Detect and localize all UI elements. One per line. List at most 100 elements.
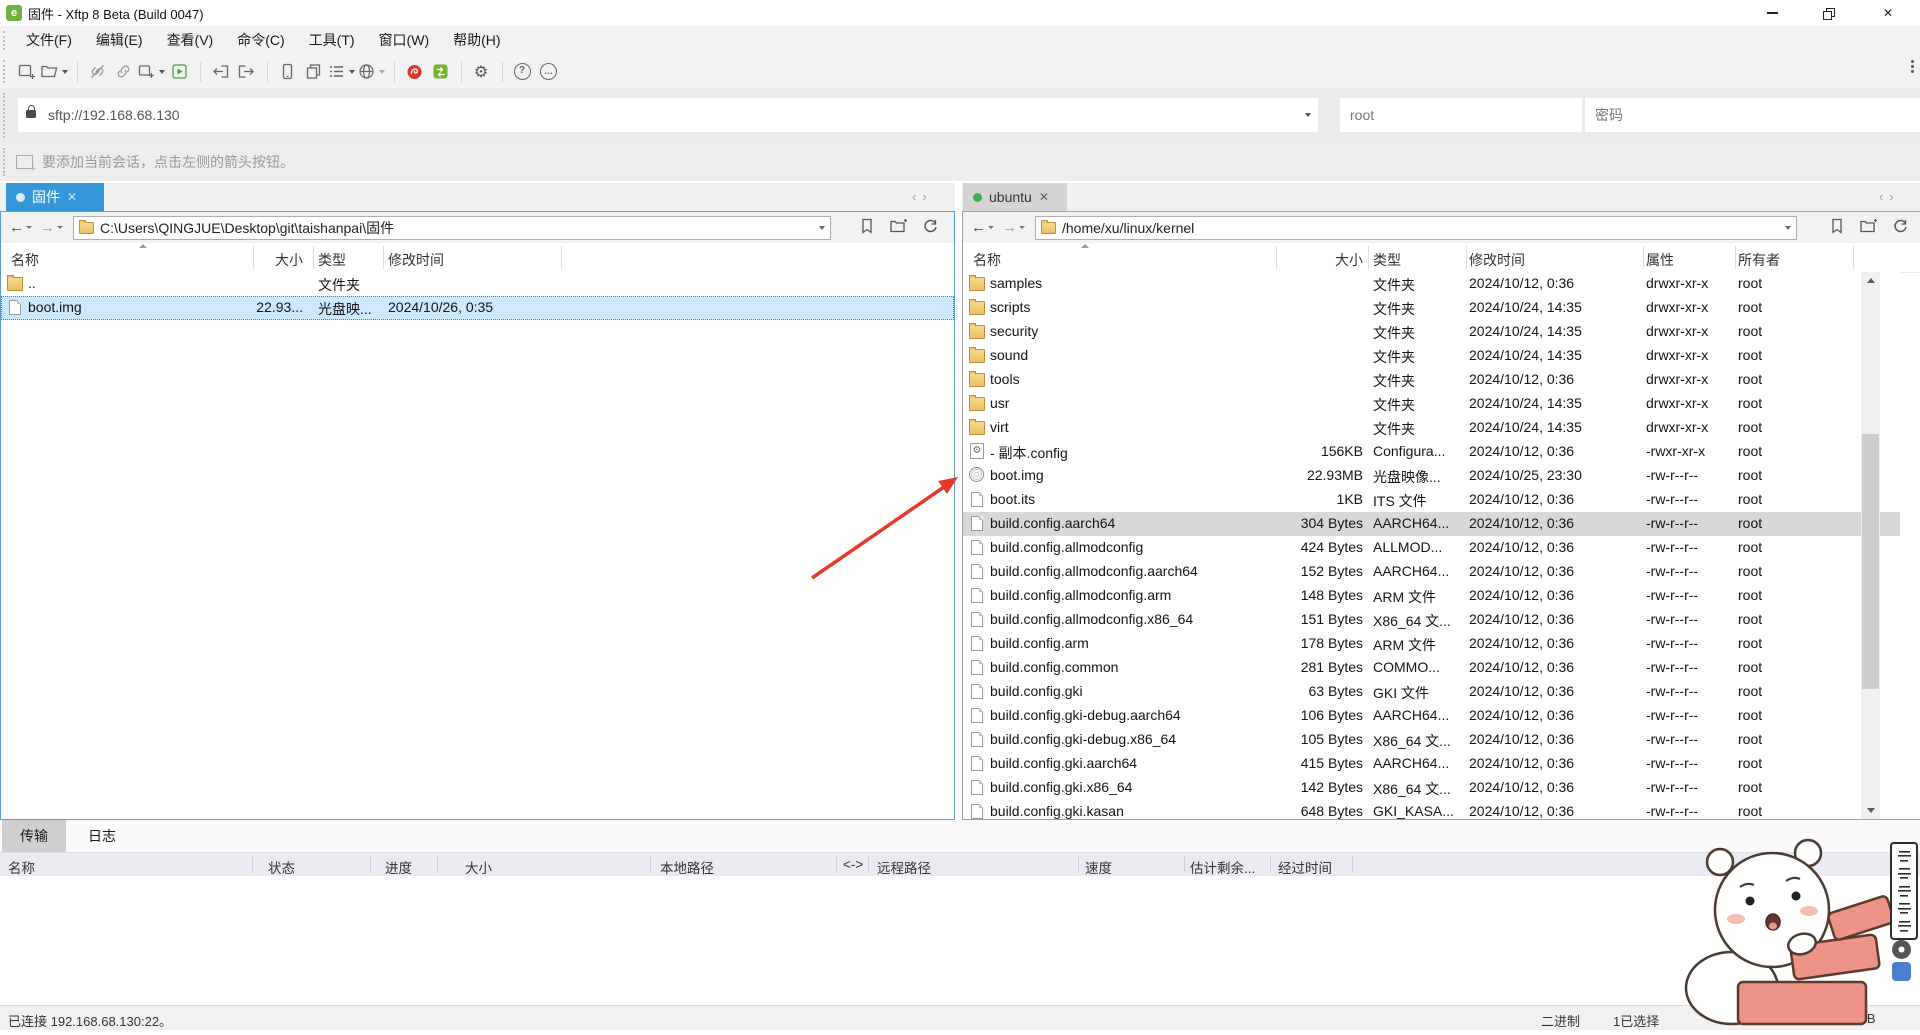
file-row[interactable]: build.config.aarch64304 BytesAARCH64...2… — [963, 512, 1900, 536]
t-col-eta[interactable]: 估计剩余... — [1190, 857, 1255, 877]
file-row[interactable]: samples文件夹2024/10/12, 0:36drwxr-xr-xroot — [963, 272, 1900, 296]
xshell-button[interactable] — [402, 59, 426, 85]
file-row[interactable]: boot.img22.93...光盘映...2024/10/26, 0:35 — [1, 296, 954, 320]
file-row[interactable]: scripts文件夹2024/10/24, 14:35drwxr-xr-xroo… — [963, 296, 1900, 320]
encoding-button[interactable] — [357, 59, 385, 85]
file-row[interactable]: build.config.gki-debug.x86_64105 BytesX8… — [963, 728, 1900, 752]
password-input[interactable] — [1585, 98, 1920, 132]
column-header-name[interactable]: 名称 — [973, 250, 1001, 270]
path-dropdown-caret-icon[interactable] — [1785, 226, 1791, 230]
file-row[interactable]: build.config.arm178 BytesARM 文件2024/10/1… — [963, 632, 1900, 656]
refresh-icon[interactable] — [1892, 218, 1909, 235]
scroll-up-button[interactable] — [1861, 272, 1880, 289]
column-header-date[interactable]: 修改时间 — [1469, 250, 1525, 270]
run-button[interactable] — [167, 59, 191, 85]
tab-local-firmware[interactable]: 固件 ✕ — [6, 183, 104, 211]
file-row[interactable]: usr文件夹2024/10/24, 14:35drwxr-xr-xroot — [963, 392, 1900, 416]
t-col-status[interactable]: 状态 — [268, 857, 295, 877]
refresh-icon[interactable] — [922, 218, 939, 235]
forward-caret-icon[interactable] — [1019, 226, 1025, 229]
username-input[interactable] — [1340, 98, 1582, 132]
tab-scroll-arrows[interactable]: ‹› — [912, 189, 933, 204]
scroll-down-button[interactable] — [1861, 802, 1880, 819]
mobile-view-button[interactable] — [275, 59, 299, 85]
new-folder-icon[interactable] — [1859, 217, 1878, 235]
t-col-direction[interactable]: <-> — [843, 857, 863, 872]
address-dropdown-caret-icon[interactable] — [1305, 113, 1311, 117]
file-row[interactable]: sound文件夹2024/10/24, 14:35drwxr-xr-xroot — [963, 344, 1900, 368]
file-row[interactable]: security文件夹2024/10/24, 14:35drwxr-xr-xro… — [963, 320, 1900, 344]
minimize-button[interactable] — [1746, 0, 1798, 26]
open-session-button[interactable] — [40, 59, 68, 85]
back-caret-icon[interactable] — [26, 226, 32, 229]
forward-caret-icon[interactable] — [57, 226, 63, 229]
toolbar-grip[interactable] — [3, 93, 5, 138]
new-window-button[interactable] — [14, 59, 38, 85]
feedback-button[interactable]: … — [536, 59, 560, 85]
toolbar-grip[interactable] — [3, 31, 5, 50]
file-row[interactable]: build.config.gki.aarch64415 BytesAARCH64… — [963, 752, 1900, 776]
file-row[interactable]: build.config.gki-debug.aarch64106 BytesA… — [963, 704, 1900, 728]
reconnect-button[interactable] — [111, 59, 135, 85]
column-header-attr[interactable]: 属性 — [1646, 250, 1674, 270]
file-row[interactable]: ..文件夹 — [1, 272, 954, 296]
menu-help[interactable]: 帮助(H) — [441, 26, 512, 55]
tab-close-icon[interactable]: ✕ — [1039, 190, 1049, 204]
file-row[interactable]: build.config.gki.x86_64142 BytesX86_64 文… — [963, 776, 1900, 800]
forward-button[interactable]: → — [1002, 219, 1017, 236]
back-button[interactable]: ← — [971, 219, 986, 236]
column-header-size[interactable]: 大小 — [1213, 250, 1363, 270]
column-header-type[interactable]: 类型 — [1373, 250, 1401, 270]
duplicate-pane-button[interactable] — [301, 59, 325, 85]
bookmark-icon[interactable] — [859, 217, 875, 235]
restore-button[interactable] — [1802, 0, 1854, 26]
menu-view[interactable]: 查看(V) — [155, 26, 226, 55]
t-col-elapsed[interactable]: 经过时间 — [1278, 857, 1332, 877]
close-button[interactable]: ✕ — [1862, 0, 1914, 26]
t-col-size[interactable]: 大小 — [465, 857, 492, 877]
menu-file[interactable]: 文件(F) — [14, 26, 84, 55]
menu-tools[interactable]: 工具(T) — [297, 26, 367, 55]
view-mode-button[interactable] — [327, 59, 355, 85]
file-row[interactable]: build.config.allmodconfig424 BytesALLMOD… — [963, 536, 1900, 560]
bookmark-icon[interactable] — [1829, 217, 1845, 235]
t-col-remote-path[interactable]: 远程路径 — [877, 857, 931, 877]
local-path-field[interactable]: C:\Users\QINGJUE\Desktop\git\taishanpai\… — [73, 216, 831, 240]
transfer-left-button[interactable] — [208, 59, 232, 85]
menu-command[interactable]: 命令(C) — [225, 26, 296, 55]
file-row[interactable]: build.config.allmodconfig.arm148 BytesAR… — [963, 584, 1900, 608]
disconnect-button[interactable] — [85, 59, 109, 85]
toolbar-grip[interactable] — [3, 60, 5, 83]
t-col-speed[interactable]: 速度 — [1085, 857, 1112, 877]
file-row[interactable]: build.config.allmodconfig.aarch64152 Byt… — [963, 560, 1900, 584]
menu-window[interactable]: 窗口(W) — [367, 26, 442, 55]
tab-transfer[interactable]: 传输 — [2, 820, 66, 852]
new-folder-icon[interactable] — [889, 217, 908, 235]
path-dropdown-caret-icon[interactable] — [819, 226, 825, 230]
file-row[interactable]: build.config.gki63 BytesGKI 文件2024/10/12… — [963, 680, 1900, 704]
file-row[interactable]: virt文件夹2024/10/24, 14:35drwxr-xr-xroot — [963, 416, 1900, 440]
file-row[interactable]: build.config.common281 BytesCOMMO...2024… — [963, 656, 1900, 680]
xftp-button[interactable] — [428, 59, 452, 85]
file-row[interactable]: boot.its1KBITS 文件2024/10/12, 0:36-rw-r--… — [963, 488, 1900, 512]
address-input[interactable] — [18, 98, 1318, 132]
settings-button[interactable]: ⚙ — [469, 59, 493, 85]
column-header-name[interactable]: 名称 — [11, 250, 39, 270]
remote-path-field[interactable]: /home/xu/linux/kernel — [1035, 216, 1797, 240]
vertical-scrollbar[interactable] — [1861, 272, 1880, 819]
tab-log[interactable]: 日志 — [74, 820, 130, 852]
new-session-button[interactable] — [137, 59, 165, 85]
file-row[interactable]: build.config.gki.kasan648 BytesGKI_KASA.… — [963, 800, 1900, 819]
menu-edit[interactable]: 编辑(E) — [84, 26, 155, 55]
column-header-size[interactable]: 大小 — [153, 250, 303, 270]
scrollbar-thumb[interactable] — [1862, 434, 1879, 689]
column-header-type[interactable]: 类型 — [318, 250, 346, 270]
transfer-right-button[interactable] — [234, 59, 258, 85]
tab-close-icon[interactable]: ✕ — [67, 190, 77, 204]
t-col-local-path[interactable]: 本地路径 — [660, 857, 714, 877]
column-header-owner[interactable]: 所有者 — [1738, 250, 1780, 270]
back-button[interactable]: ← — [9, 219, 24, 236]
tab-remote-ubuntu[interactable]: ubuntu ✕ — [963, 183, 1067, 211]
forward-button[interactable]: → — [40, 219, 55, 236]
file-row[interactable]: - 副本.config156KBConfigura...2024/10/12, … — [963, 440, 1900, 464]
